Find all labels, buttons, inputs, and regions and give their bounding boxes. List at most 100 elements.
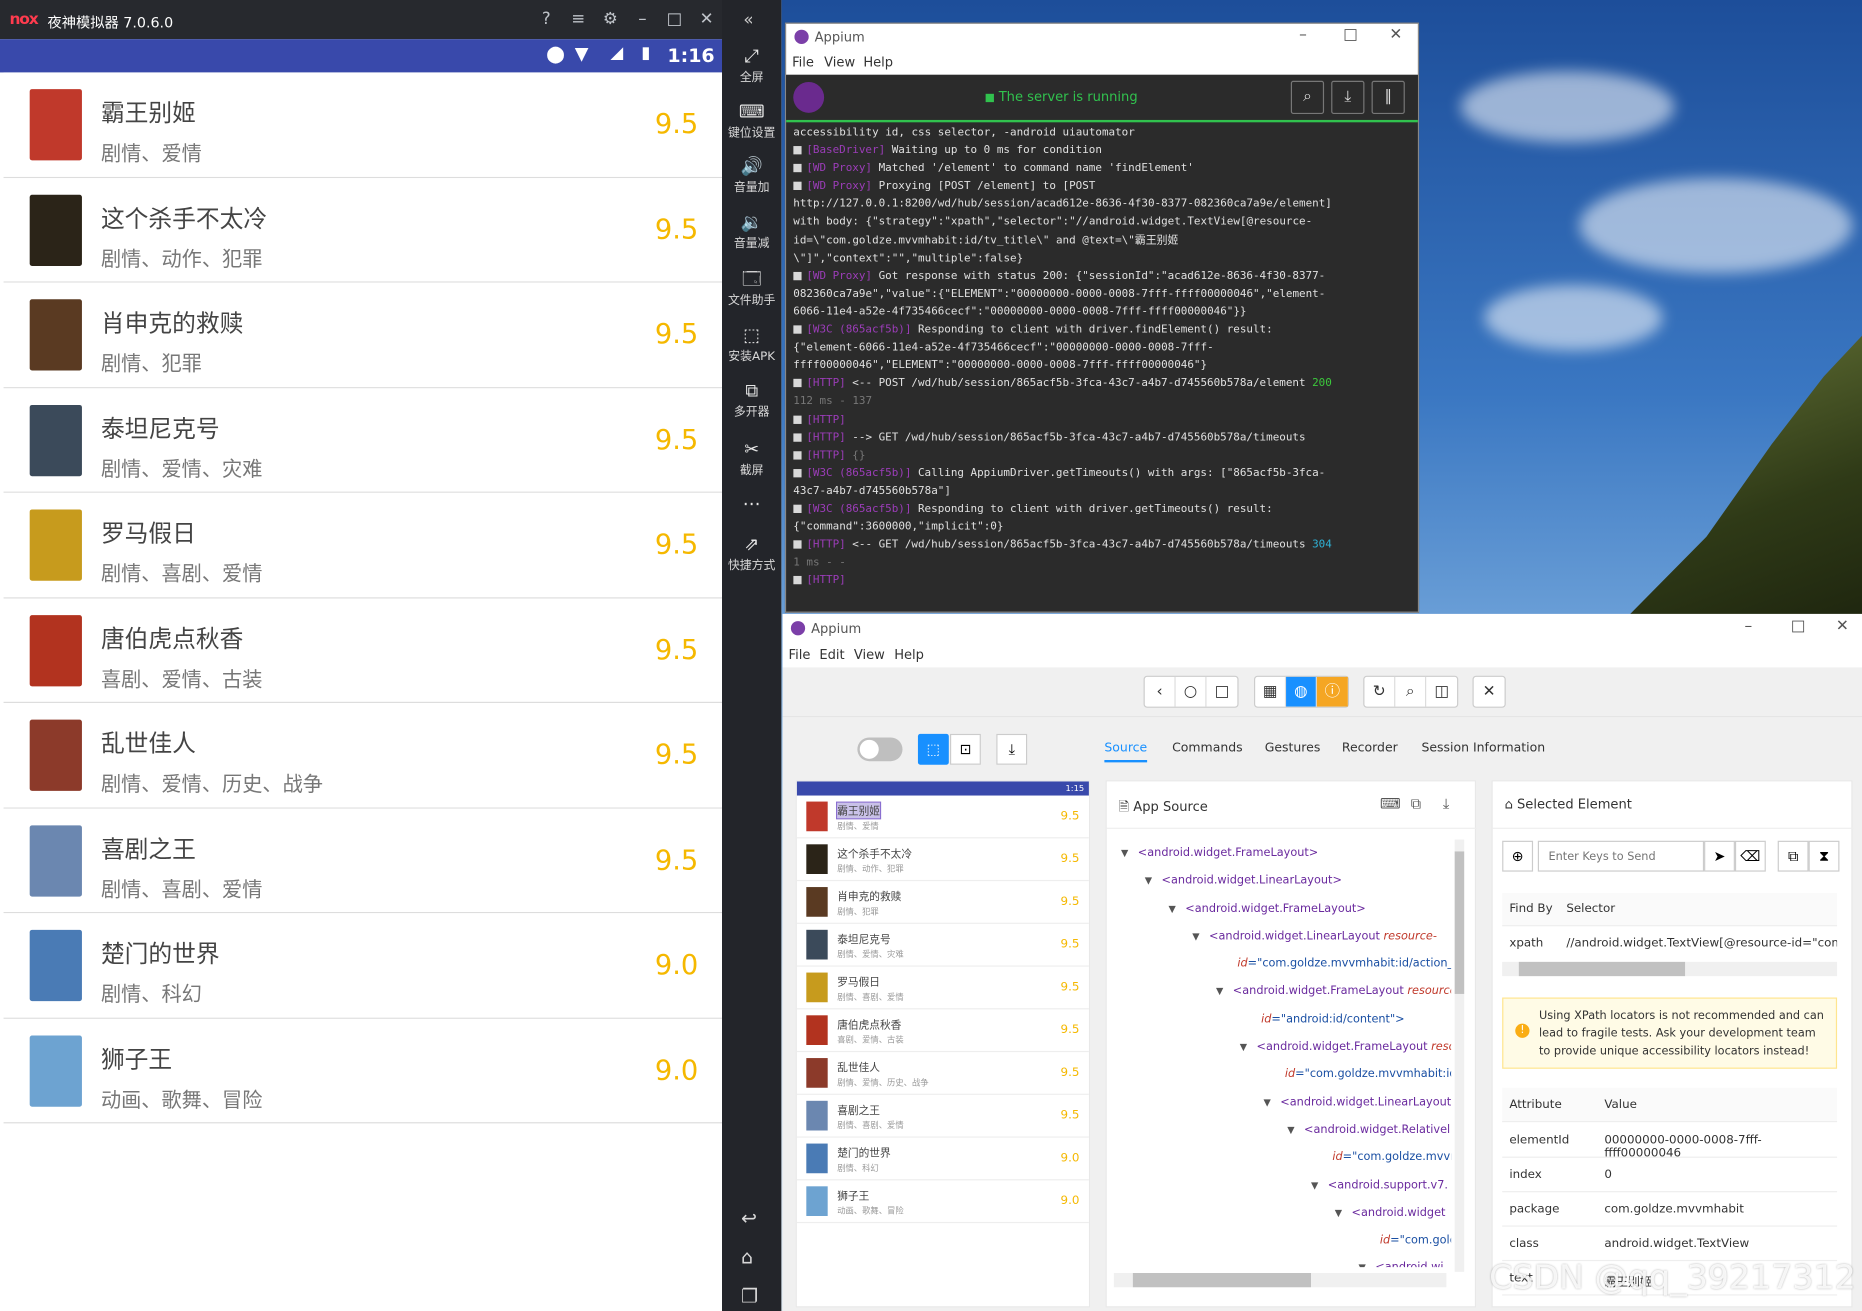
- mini-movie-item[interactable]: 泰坦尼克号 剧情、爱情、灾难 9.5: [796, 924, 1089, 967]
- app-switch-icon[interactable]: □: [1207, 677, 1238, 707]
- tree-node[interactable]: ▼ <android.widget.FrameLayout resource-: [1121, 978, 1451, 1006]
- home-icon[interactable]: ⌂: [741, 1246, 753, 1269]
- recent-apps-icon[interactable]: ❐: [741, 1285, 758, 1308]
- movie-item[interactable]: 乱世佳人 剧情、爱情、历史、战争 9.5: [3, 703, 722, 809]
- maximize-icon[interactable]: □: [1791, 618, 1806, 636]
- selector-hscrollbar[interactable]: [1502, 961, 1838, 977]
- movie-item[interactable]: 罗马假日 剧情、喜剧、爱情 9.5: [3, 492, 722, 598]
- mini-movie-item[interactable]: 罗马假日 剧情、喜剧、爱情 9.5: [796, 967, 1089, 1010]
- caret-down-icon[interactable]: ▼: [1169, 903, 1176, 914]
- mini-movie-item[interactable]: 乱世佳人 剧情、爱情、历史、战争 9.5: [796, 1052, 1089, 1095]
- minimize-icon[interactable]: –: [1299, 26, 1307, 44]
- menu-file[interactable]: File: [792, 55, 814, 70]
- refresh-icon[interactable]: ↻: [1364, 676, 1396, 707]
- tab-recorder[interactable]: Recorder: [1342, 741, 1398, 755]
- maximize-icon[interactable]: □: [1343, 26, 1358, 44]
- screenshot-toggle[interactable]: [857, 737, 903, 762]
- tree-node[interactable]: ▼ <android.wi: [1121, 1255, 1451, 1267]
- tree-node[interactable]: ▼ <android.widget.LinearLayout: [1121, 1089, 1452, 1117]
- timing-icon[interactable]: ⧗: [1808, 840, 1840, 872]
- clear-icon[interactable]: ⌫: [1734, 840, 1766, 872]
- minimize-icon[interactable]: –: [631, 10, 655, 29]
- tree-node[interactable]: ▼ <android.widget.FrameLayout>: [1121, 840, 1451, 868]
- sidebar-multi-instance-button[interactable]: ⧉ 多开器: [722, 380, 781, 419]
- movie-item[interactable]: 肖申克的救赎 剧情、犯罪 9.5: [3, 282, 722, 388]
- mini-movie-item[interactable]: 肖申克的救赎 剧情、犯罪 9.5: [796, 881, 1089, 924]
- collapse-icon[interactable]: «: [743, 11, 753, 30]
- sidebar-shortcut-button[interactable]: ⇗ 快捷方式: [722, 533, 781, 572]
- download-screenshot-icon[interactable]: ⤓: [996, 733, 1028, 765]
- tree-node[interactable]: ▼ <android.support.v7.: [1121, 1172, 1451, 1200]
- tree-node[interactable]: ▼ <android.widget: [1121, 1199, 1451, 1227]
- download-logs-button[interactable]: ⤓: [1331, 80, 1365, 114]
- menu-view[interactable]: View: [824, 55, 855, 70]
- tab-commands[interactable]: Commands: [1172, 741, 1243, 755]
- attribute-row[interactable]: elementId 00000000-0000-0008-7fff-ffff000…: [1502, 1123, 1838, 1160]
- sidebar-volume-down-button[interactable]: 🔉 音量减: [722, 211, 781, 250]
- tree-node[interactable]: id="com.goldze.mvvmhabit:id/action_bar_r…: [1121, 950, 1451, 978]
- attribute-row[interactable]: package com.goldze.mvvmhabit: [1502, 1192, 1838, 1227]
- mini-movie-item[interactable]: 霸王别姬 剧情、爱情 9.5: [796, 795, 1089, 839]
- sidebar-keyboard-button[interactable]: ⌨ 键位设置: [722, 101, 781, 140]
- sidebar-more-button[interactable]: ⋯: [722, 493, 781, 514]
- close-icon[interactable]: ✕: [1389, 26, 1402, 44]
- quit-session-icon[interactable]: ✕: [1474, 677, 1505, 707]
- terminal-icon[interactable]: ⌨: [1380, 796, 1401, 813]
- menu-help[interactable]: Help: [894, 647, 924, 662]
- inspector-titlebar[interactable]: Appium – □ ✕ File Edit View Help: [782, 613, 1862, 668]
- mini-movie-item[interactable]: 这个杀手不太冷 剧情、动作、犯罪 9.5: [796, 838, 1089, 882]
- caret-down-icon[interactable]: ▼: [1287, 1125, 1294, 1136]
- minimize-icon[interactable]: –: [1744, 618, 1752, 636]
- menu-edit[interactable]: Edit: [819, 647, 844, 662]
- tree-node[interactable]: id="com.goldze.: [1121, 1227, 1451, 1255]
- tree-node[interactable]: ▼ <android.widget.FrameLayout reso: [1121, 1033, 1451, 1061]
- server-titlebar[interactable]: Appium – □ ✕ File View Help: [786, 23, 1418, 75]
- help-icon[interactable]: ?: [534, 10, 558, 29]
- find-by-row[interactable]: xpath //android.widget.TextView[@resourc…: [1502, 927, 1837, 960]
- mini-movie-item[interactable]: 楚门的世界 剧情、科幻 9.0: [796, 1138, 1089, 1181]
- close-icon[interactable]: ✕: [695, 10, 719, 29]
- menu-icon[interactable]: ≡: [566, 10, 590, 29]
- sidebar-scissors-button[interactable]: ✂ 截屏: [722, 438, 781, 477]
- caret-down-icon[interactable]: ▼: [1335, 1208, 1342, 1219]
- movie-item[interactable]: 唐伯虎点秋香 喜剧、爱情、古装 9.5: [3, 597, 722, 703]
- mini-movie-item[interactable]: 喜剧之王 剧情、喜剧、爱情 9.5: [796, 1095, 1089, 1138]
- attribute-row[interactable]: class android.widget.TextView: [1502, 1227, 1838, 1262]
- mini-movie-list[interactable]: 霸王别姬 剧情、爱情 9.5 这个杀手不太冷 剧情、动作、犯罪 9.5 肖申克的救赎 剧情、犯…: [796, 795, 1089, 1224]
- caret-down-icon[interactable]: ▼: [1311, 1180, 1318, 1191]
- sidebar-file-button[interactable]: 🗔 文件助手: [722, 268, 781, 307]
- tree-node[interactable]: id="android:id/content">: [1121, 1006, 1451, 1034]
- source-tree[interactable]: ▼ <android.widget.FrameLayout> ▼ <android.w…: [1121, 840, 1452, 1267]
- server-log[interactable]: accessibility id, css selector, -android…: [793, 124, 1413, 611]
- menu-help[interactable]: Help: [863, 55, 893, 70]
- menu-view[interactable]: View: [854, 647, 885, 662]
- sidebar-fullscreen-button[interactable]: ⤢ 全屏: [722, 45, 781, 84]
- close-icon[interactable]: ✕: [1836, 618, 1849, 636]
- download-icon[interactable]: ⤓: [1443, 796, 1449, 814]
- tree-node[interactable]: ▼ <android.widget.Relativel: [1121, 1116, 1451, 1144]
- swipe-icon[interactable]: ⊡: [950, 733, 981, 765]
- maximize-icon[interactable]: □: [663, 10, 687, 29]
- tree-node[interactable]: ▼ <android.widget.LinearLayout resource-: [1121, 923, 1451, 951]
- tab-session-information[interactable]: Session Information: [1421, 741, 1545, 755]
- movie-item[interactable]: 楚门的世界 剧情、科幻 9.0: [3, 913, 722, 1019]
- record-icon[interactable]: ◫: [1426, 677, 1457, 707]
- gear-icon[interactable]: ⚙: [599, 10, 623, 29]
- attribute-row[interactable]: index 0: [1502, 1158, 1838, 1193]
- pause-server-button[interactable]: ∥: [1371, 80, 1405, 114]
- menu-file[interactable]: File: [789, 647, 811, 662]
- select-element-icon[interactable]: ⬚: [917, 733, 949, 765]
- caret-down-icon[interactable]: ▼: [1121, 848, 1128, 859]
- nox-titlebar[interactable]: nox 夜神模拟器 7.0.6.0 ? ≡ ⚙ – □ ✕: [0, 0, 722, 40]
- copy-icon[interactable]: ⧉: [1411, 796, 1421, 814]
- back-icon[interactable]: ‹: [1145, 676, 1176, 707]
- tree-node[interactable]: id="com.goldze.mvvmhab: [1121, 1144, 1451, 1172]
- movie-item[interactable]: 狮子王 动画、歌舞、冒险 9.0: [3, 1018, 722, 1124]
- movie-item[interactable]: 霸王别姬 剧情、爱情 9.5: [3, 72, 722, 178]
- web-context-icon[interactable]: ◍: [1286, 676, 1317, 707]
- mini-movie-item[interactable]: 唐伯虎点秋香 喜剧、爱情、古装 9.5: [796, 1009, 1089, 1053]
- copy-attributes-icon[interactable]: ⧉: [1777, 840, 1809, 872]
- movie-list[interactable]: 霸王别姬 剧情、爱情 9.5 这个杀手不太冷 剧情、动作、犯罪 9.5 肖申克的救赎 剧情、犯…: [3, 72, 722, 1124]
- send-keys-icon[interactable]: ➤: [1704, 840, 1735, 872]
- tab-source[interactable]: Source: [1104, 741, 1148, 763]
